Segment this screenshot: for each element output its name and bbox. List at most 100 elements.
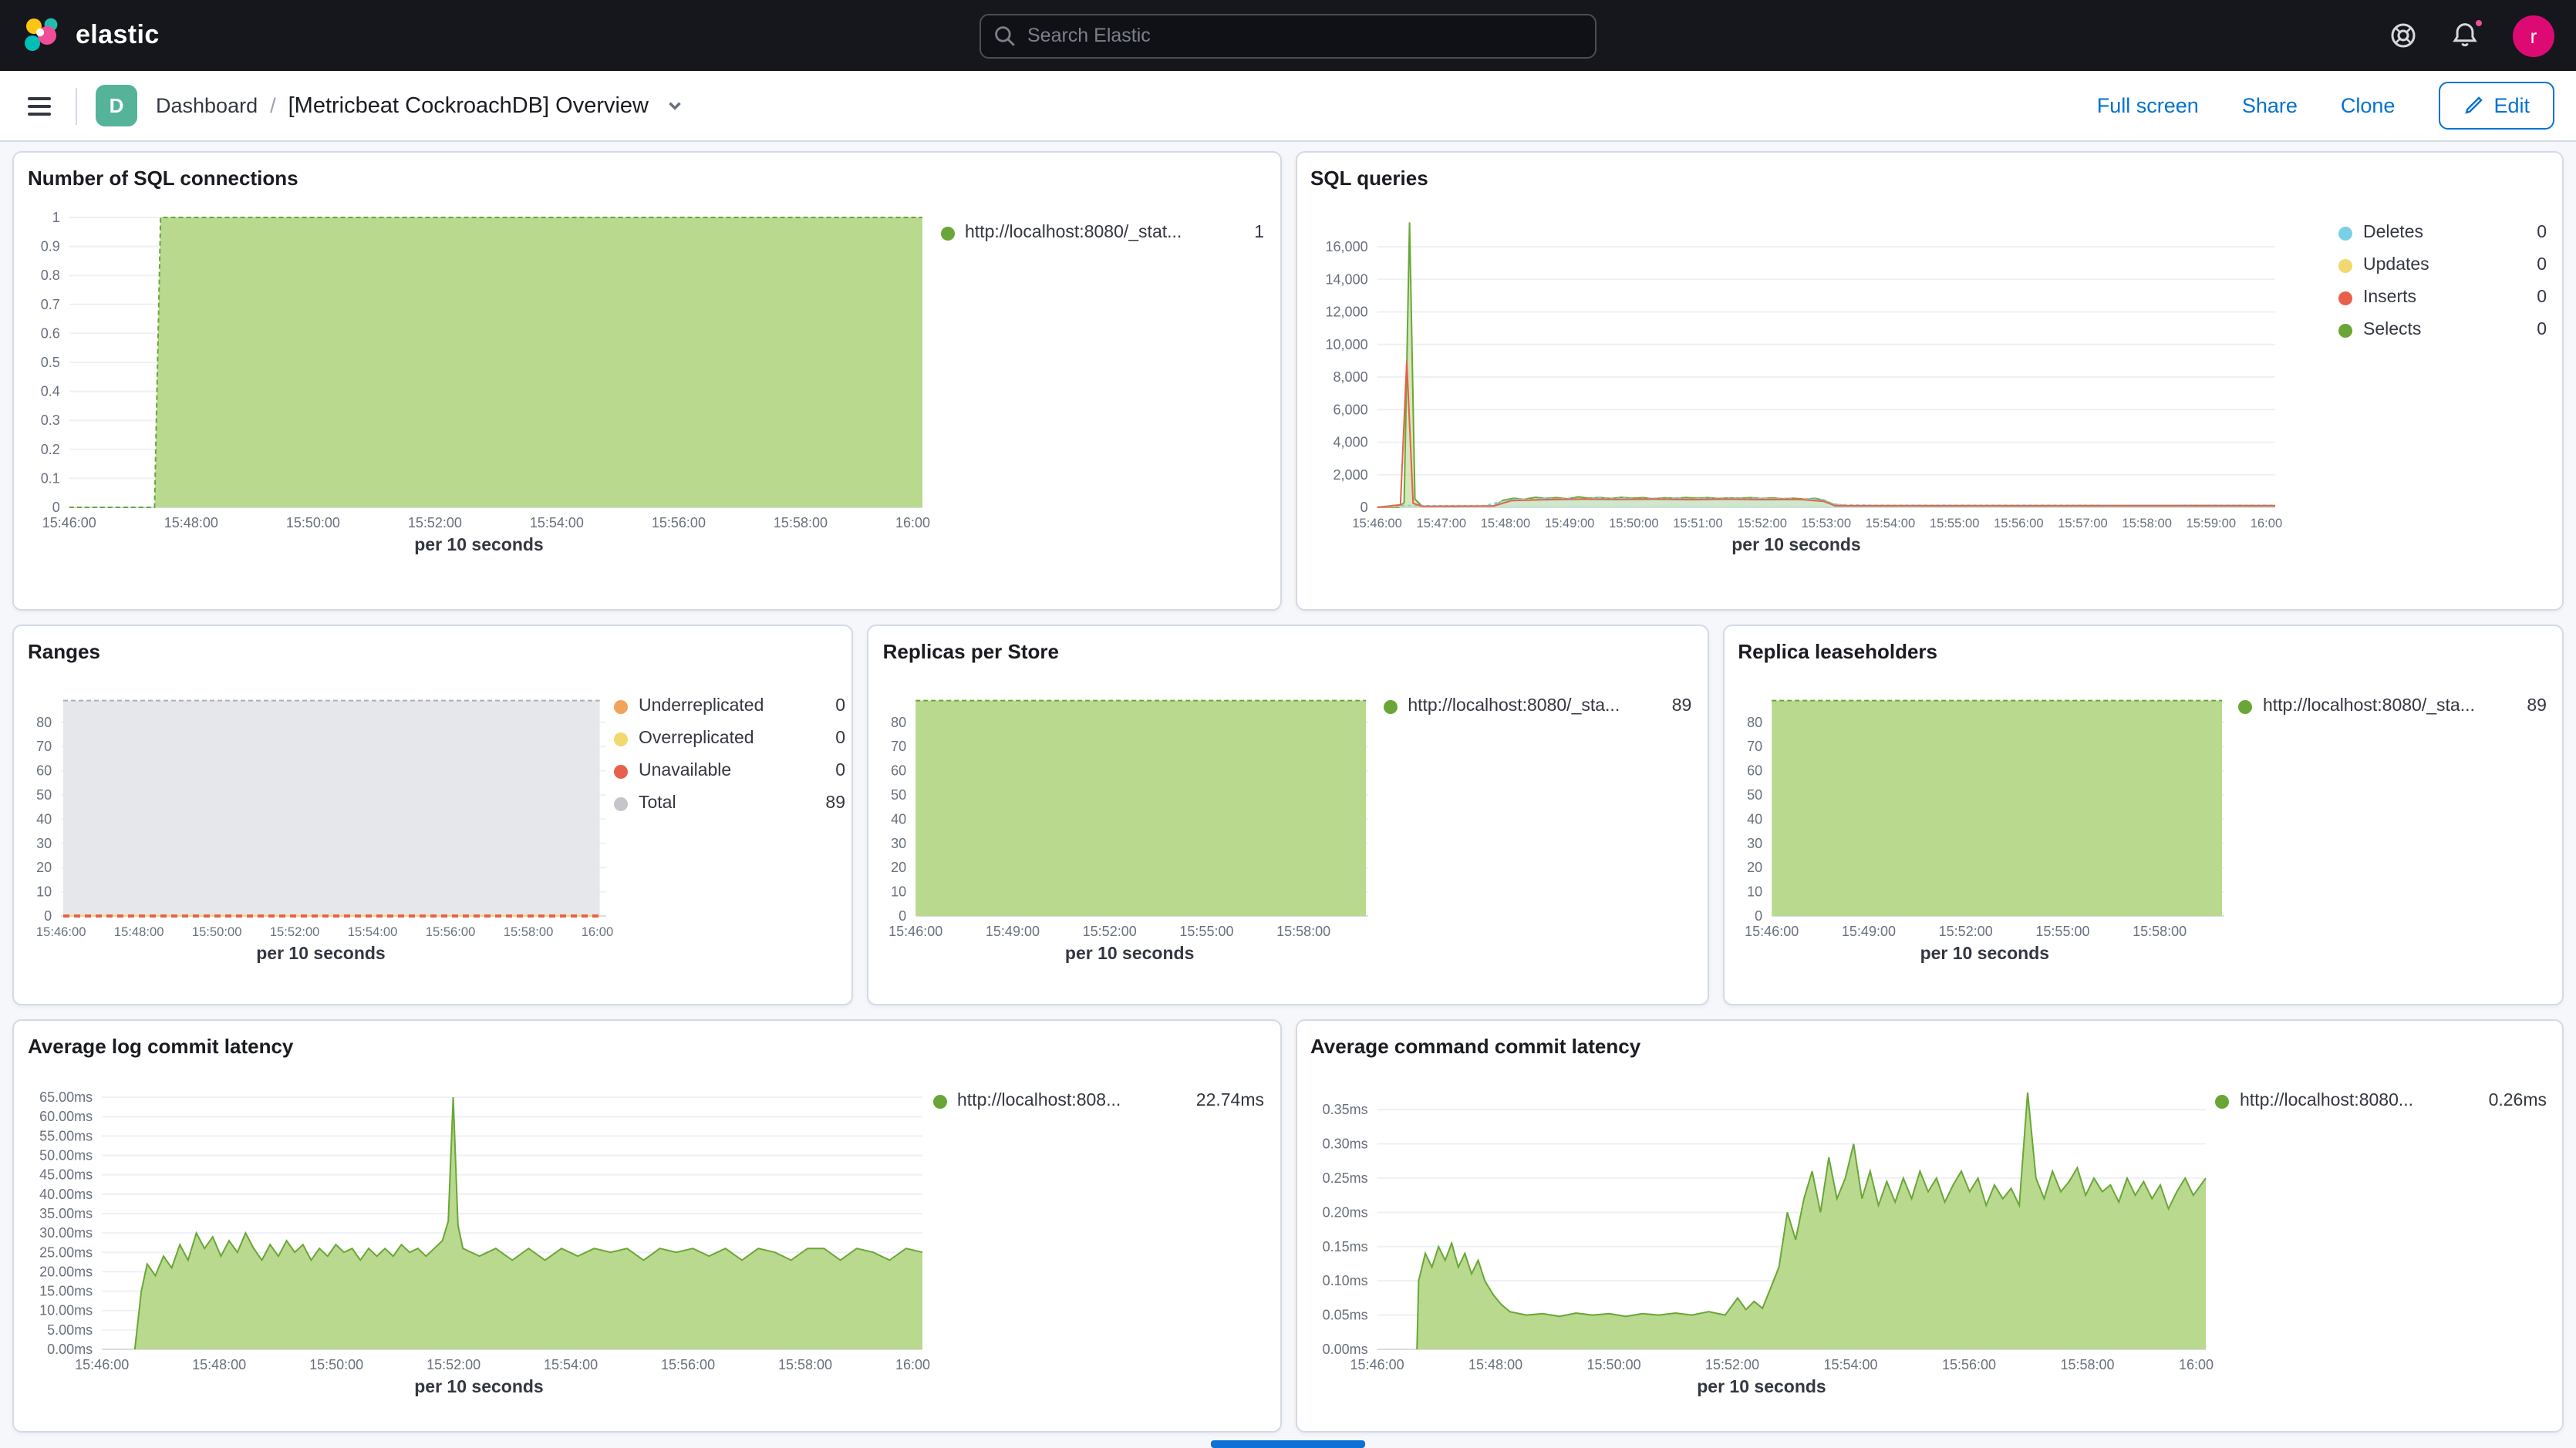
legend-item-deletes[interactable]: Deletes 0 <box>2338 224 2547 242</box>
search-input[interactable] <box>979 13 1597 58</box>
svg-text:15:53:00: 15:53:00 <box>1801 516 1851 530</box>
panel-title: Ranges <box>28 640 837 663</box>
legend-item-unavailable[interactable]: Unavailable 0 <box>614 762 845 780</box>
svg-text:60.00ms: 60.00ms <box>39 1109 93 1124</box>
svg-text:15:47:00: 15:47:00 <box>1415 516 1465 530</box>
chart-legend: http://localhost:8080/_stat... 1 <box>940 208 1264 555</box>
svg-text:15:48:00: 15:48:00 <box>1480 516 1530 530</box>
chart-legend: http://localhost:8080/_sta... 89 <box>1383 682 1691 964</box>
alerts-bell-icon[interactable] <box>2451 22 2479 49</box>
log-latency-area-chart[interactable]: 0.00ms5.00ms10.00ms15.00ms20.00ms25.00ms… <box>28 1076 930 1377</box>
legend-color-dot <box>2338 291 2352 305</box>
chart-legend: http://localhost:8080... 0.26ms <box>2215 1076 2547 1397</box>
legend-item-updates[interactable]: Updates 0 <box>2338 256 2547 274</box>
legend-color-dot <box>2215 1094 2229 1108</box>
command-latency-area-chart[interactable]: 0.00ms0.05ms0.10ms0.15ms0.20ms0.25ms0.30… <box>1310 1076 2213 1377</box>
svg-text:80: 80 <box>892 715 907 730</box>
svg-text:12,000: 12,000 <box>1325 305 1367 320</box>
panel-title: Average log commit latency <box>28 1035 1264 1058</box>
svg-text:15:54:00: 15:54:00 <box>530 515 584 530</box>
replicas-area-chart[interactable]: 0102030405060708015:46:0015:49:0015:52:0… <box>883 682 1377 944</box>
svg-text:15:56:00: 15:56:00 <box>426 924 476 939</box>
svg-text:15:58:00: 15:58:00 <box>774 515 828 530</box>
leaseholders-area-chart[interactable]: 0102030405060708015:46:0015:49:0015:52:0… <box>1738 682 2231 944</box>
svg-text:15:55:00: 15:55:00 <box>2035 924 2089 939</box>
svg-text:15:58:00: 15:58:00 <box>2121 516 2171 530</box>
svg-text:50: 50 <box>892 787 907 803</box>
chart-legend: http://localhost:808... 22.74ms <box>932 1076 1264 1397</box>
svg-text:0.2: 0.2 <box>41 442 60 457</box>
header-actions: r <box>2389 15 2554 56</box>
page-title: [Metricbeat CockroachDB] Overview <box>288 93 649 118</box>
clone-button[interactable]: Clone <box>2341 94 2396 117</box>
svg-text:15:55:00: 15:55:00 <box>1180 924 1234 939</box>
legend-color-dot <box>614 764 628 778</box>
space-badge[interactable]: D <box>96 85 137 126</box>
svg-text:10: 10 <box>1746 884 1762 900</box>
legend-item-underreplicated[interactable]: Underreplicated 0 <box>614 697 845 716</box>
legend-item-selects[interactable]: Selects 0 <box>2338 321 2547 339</box>
legend-item-inserts[interactable]: Inserts 0 <box>2338 288 2547 307</box>
legend-item-overreplicated[interactable]: Overreplicated 0 <box>614 729 845 748</box>
svg-text:15:52:00: 15:52:00 <box>1704 1357 1758 1372</box>
svg-text:55.00ms: 55.00ms <box>39 1128 93 1143</box>
svg-text:30: 30 <box>892 836 907 851</box>
help-icon[interactable] <box>2389 22 2417 49</box>
svg-text:10.00ms: 10.00ms <box>39 1303 93 1318</box>
legend-item[interactable]: http://localhost:808... 22.74ms <box>932 1092 1264 1110</box>
breadcrumb-dashboard-link[interactable]: Dashboard <box>156 94 258 117</box>
svg-text:0.7: 0.7 <box>41 297 60 312</box>
elastic-home-link[interactable]: elastic <box>22 15 160 56</box>
notification-dot <box>2473 17 2485 29</box>
svg-text:0: 0 <box>44 908 52 924</box>
svg-text:15:58:00: 15:58:00 <box>778 1357 832 1372</box>
sql-connections-area-chart[interactable]: 00.10.20.30.40.50.60.70.80.9115:46:0015:… <box>28 208 930 535</box>
legend-item[interactable]: http://localhost:8080/_sta... 89 <box>2238 697 2547 716</box>
svg-text:15:54:00: 15:54:00 <box>348 924 398 939</box>
chevron-down-icon[interactable] <box>664 96 684 116</box>
svg-text:70: 70 <box>36 739 52 754</box>
chart-legend: http://localhost:8080/_sta... 89 <box>2238 682 2547 964</box>
share-button[interactable]: Share <box>2242 94 2298 117</box>
svg-text:15:56:00: 15:56:00 <box>1993 516 2043 530</box>
panel-sql-queries: SQL queries 02,0004,0006,0008,00010,0001… <box>1295 151 2564 611</box>
legend-item[interactable]: http://localhost:8080... 0.26ms <box>2215 1092 2547 1110</box>
chart-legend: Deletes 0 Updates 0 Inserts 0 <box>2338 208 2547 555</box>
svg-text:80: 80 <box>1746 715 1762 730</box>
svg-text:15.00ms: 15.00ms <box>39 1284 93 1299</box>
edit-button[interactable]: Edit <box>2438 82 2554 130</box>
x-axis-group-label: per 10 seconds <box>883 945 1377 964</box>
svg-text:15:46:00: 15:46:00 <box>1350 1357 1404 1372</box>
svg-text:15:46:00: 15:46:00 <box>42 515 96 530</box>
panel-average-command-commit-latency: Average command commit latency 0.00ms0.0… <box>1295 1019 2564 1433</box>
svg-text:0.10ms: 0.10ms <box>1322 1273 1367 1288</box>
x-axis-group-label: per 10 seconds <box>1310 1379 2213 1397</box>
sql-queries-area-chart[interactable]: 02,0004,0006,0008,00010,00012,00014,0001… <box>1310 208 2282 535</box>
full-screen-button[interactable]: Full screen <box>2097 94 2199 117</box>
svg-text:70: 70 <box>892 739 907 754</box>
bottom-scroll-indicator[interactable] <box>1211 1440 1365 1448</box>
panel-title: Number of SQL connections <box>28 167 1264 190</box>
svg-text:20: 20 <box>892 860 907 875</box>
svg-text:16,000: 16,000 <box>1325 239 1367 254</box>
svg-text:1: 1 <box>52 210 60 225</box>
chart-legend: Underreplicated 0 Overreplicated 0 Unava… <box>614 682 845 964</box>
legend-item[interactable]: http://localhost:8080/_stat... 1 <box>940 224 1264 242</box>
global-search <box>979 13 1597 58</box>
svg-text:60: 60 <box>1746 763 1762 779</box>
menu-hamburger-icon[interactable] <box>22 90 57 121</box>
svg-text:15:56:00: 15:56:00 <box>1941 1357 1995 1372</box>
svg-text:0.25ms: 0.25ms <box>1322 1170 1367 1186</box>
svg-text:15:50:00: 15:50:00 <box>286 515 340 530</box>
svg-text:15:58:00: 15:58:00 <box>2132 924 2186 939</box>
legend-item-total[interactable]: Total 89 <box>614 794 845 813</box>
svg-text:8,000: 8,000 <box>1333 369 1367 385</box>
legend-item[interactable]: http://localhost:8080/_sta... 89 <box>1383 697 1691 716</box>
svg-text:0.30ms: 0.30ms <box>1322 1137 1367 1152</box>
breadcrumb: Dashboard / [Metricbeat CockroachDB] Ove… <box>156 93 684 118</box>
legend-color-dot <box>1383 699 1397 713</box>
svg-text:15:50:00: 15:50:00 <box>1586 1357 1640 1372</box>
user-avatar[interactable]: r <box>2513 15 2554 56</box>
ranges-area-chart[interactable]: 0102030405060708015:46:0015:48:0015:50:0… <box>28 682 614 944</box>
svg-text:15:54:00: 15:54:00 <box>1865 516 1915 530</box>
